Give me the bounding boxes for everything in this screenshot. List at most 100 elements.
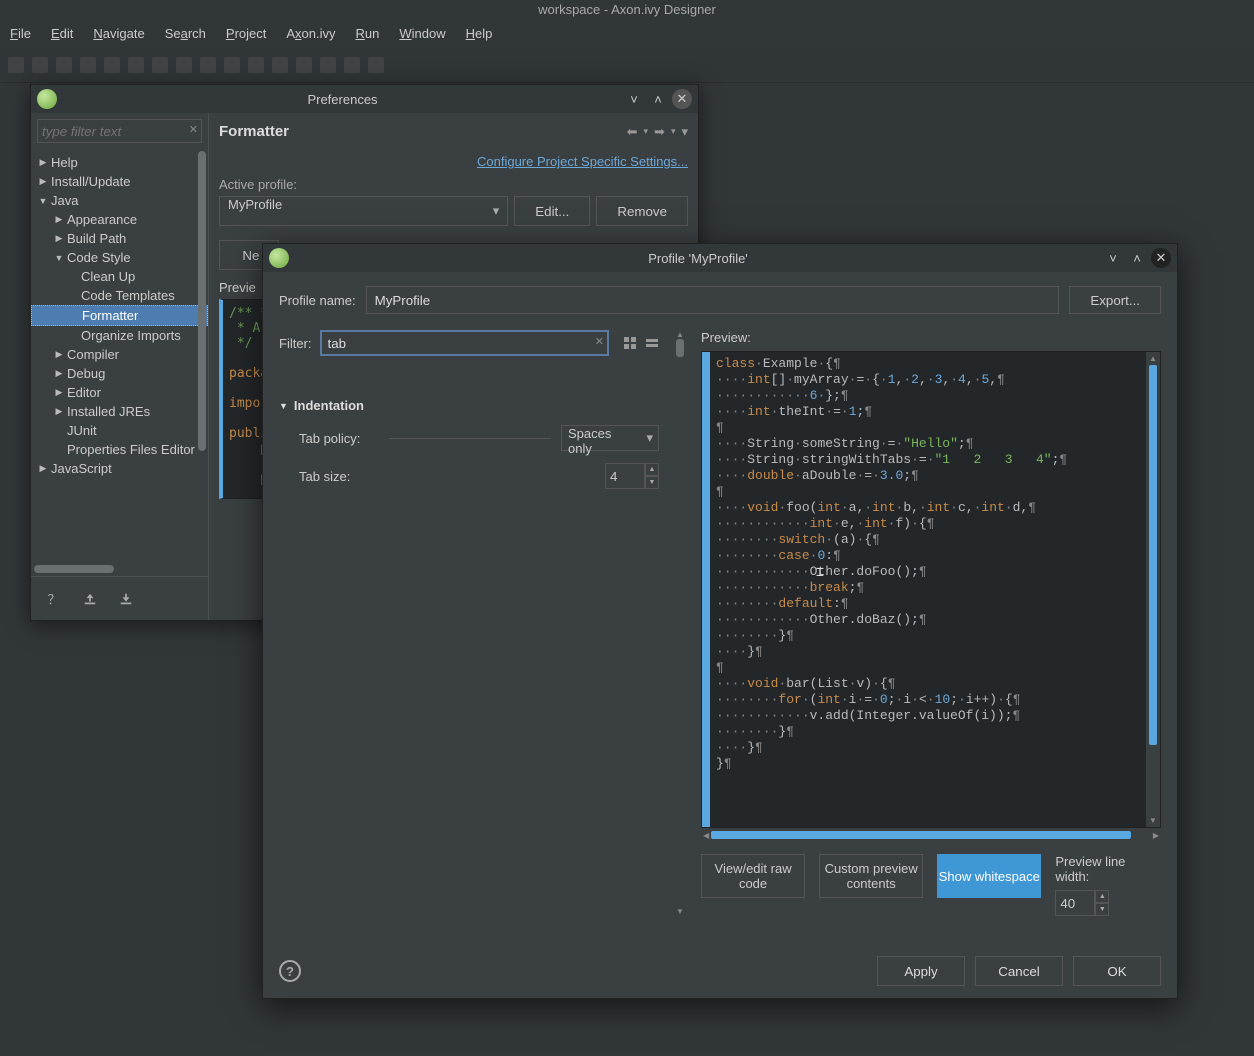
show-whitespace-button[interactable]: Show whitespace: [937, 854, 1041, 898]
expand-all-icon[interactable]: [623, 336, 637, 350]
edit-button[interactable]: Edit...: [514, 196, 590, 226]
settings-scrollbar[interactable]: ▲▼: [673, 330, 687, 916]
toolbar-icon[interactable]: [32, 57, 48, 73]
profile-title: Profile 'MyProfile': [297, 251, 1099, 266]
menu-axonivy[interactable]: Axon.ivy: [286, 26, 335, 41]
menu-edit[interactable]: Edit: [51, 26, 73, 41]
tab-policy-label: Tab policy:: [299, 431, 379, 446]
spin-up-icon[interactable]: ▲: [645, 463, 659, 476]
toolbar-icon[interactable]: [80, 57, 96, 73]
preview-label: Preview:: [701, 330, 1161, 345]
tree-item-help[interactable]: ▶Help: [31, 153, 208, 172]
tree-item-appearance[interactable]: ▶Appearance: [31, 210, 208, 229]
project-settings-link[interactable]: Configure Project Specific Settings...: [477, 154, 688, 169]
preferences-tree[interactable]: ▶Help ▶Install/Update ▼Java ▶Appearance …: [31, 149, 208, 576]
preferences-sidebar: ✕ ▶Help ▶Install/Update ▼Java ▶Appearanc…: [31, 113, 209, 620]
tree-item-codestyle[interactable]: ▼Code Style: [31, 248, 208, 267]
tree-item-install[interactable]: ▶Install/Update: [31, 172, 208, 191]
tab-size-input[interactable]: [605, 463, 645, 489]
active-profile-select[interactable]: MyProfile: [219, 196, 508, 226]
clear-filter-icon[interactable]: ✕: [189, 123, 198, 136]
export-button[interactable]: Export...: [1069, 286, 1161, 314]
tree-item-codetemplates[interactable]: Code Templates: [31, 286, 208, 305]
help-icon[interactable]: ？: [45, 590, 63, 608]
menu-run[interactable]: Run: [356, 26, 380, 41]
cursor-icon: ⌶: [816, 565, 824, 581]
menu-help[interactable]: Help: [466, 26, 493, 41]
filter-input[interactable]: [320, 330, 610, 356]
tree-item-compiler[interactable]: ▶Compiler: [31, 345, 208, 364]
toolbar-icon[interactable]: [176, 57, 192, 73]
settings-panel: Filter: ✕ ▼Indentation Tab policy:: [279, 330, 659, 916]
toolbar-icon[interactable]: [104, 57, 120, 73]
clear-filter-icon[interactable]: ✕: [595, 335, 604, 348]
caret-down-icon: ▼: [279, 401, 288, 411]
custom-preview-button[interactable]: Custom preview contents: [819, 854, 923, 898]
toolbar-icon[interactable]: [200, 57, 216, 73]
filter-text-input[interactable]: [37, 119, 202, 143]
tree-item-organize[interactable]: Organize Imports: [31, 326, 208, 345]
section-indentation[interactable]: ▼Indentation: [279, 398, 659, 413]
tree-item-debug[interactable]: ▶Debug: [31, 364, 208, 383]
toolbar-icon[interactable]: [8, 57, 24, 73]
toolbar-icon[interactable]: [320, 57, 336, 73]
preferences-titlebar[interactable]: Preferences ˅ ˄ ✕: [31, 85, 698, 113]
tab-policy-select[interactable]: Spaces only: [561, 425, 659, 451]
tree-item-editor[interactable]: ▶Editor: [31, 383, 208, 402]
tree-scrollbar-v[interactable]: [196, 149, 208, 562]
preview-width-input[interactable]: [1055, 890, 1095, 916]
spin-down-icon[interactable]: ▼: [1095, 903, 1109, 916]
menu-file[interactable]: File: [10, 26, 31, 41]
menu-window[interactable]: Window: [399, 26, 445, 41]
maximize-button[interactable]: ˄: [648, 89, 668, 109]
profile-titlebar[interactable]: Profile 'MyProfile' ˅ ˄ ✕: [263, 244, 1177, 272]
help-icon[interactable]: ?: [279, 960, 301, 982]
nav-menu-icon[interactable]: ▾: [681, 124, 688, 140]
tree-item-buildpath[interactable]: ▶Build Path: [31, 229, 208, 248]
export-icon[interactable]: [117, 590, 135, 608]
tree-item-javascript[interactable]: ▶JavaScript: [31, 459, 208, 478]
toolbar-icon[interactable]: [296, 57, 312, 73]
toolbar-icon[interactable]: [224, 57, 240, 73]
code-scrollbar-v[interactable]: ▲▼: [1146, 352, 1160, 827]
menu-navigate[interactable]: Navigate: [93, 26, 144, 41]
toolbar-icon[interactable]: [344, 57, 360, 73]
page-heading: Formatter: [219, 123, 289, 140]
minimize-button[interactable]: ˅: [1103, 248, 1123, 268]
app-icon: [269, 248, 289, 268]
tree-item-cleanup[interactable]: Clean Up: [31, 267, 208, 286]
menubar: File Edit Navigate Search Project Axon.i…: [0, 20, 1254, 47]
tree-scrollbar-h[interactable]: [31, 562, 194, 576]
code-scrollbar-h[interactable]: ◀▶: [701, 828, 1161, 842]
raw-code-button[interactable]: View/edit raw code: [701, 854, 805, 898]
tree-item-formatter[interactable]: Formatter: [31, 305, 208, 326]
tree-item-java[interactable]: ▼Java: [31, 191, 208, 210]
spin-up-icon[interactable]: ▲: [1095, 890, 1109, 903]
tree-item-jres[interactable]: ▶Installed JREs: [31, 402, 208, 421]
toolbar-icon[interactable]: [368, 57, 384, 73]
close-button[interactable]: ✕: [672, 89, 692, 109]
toolbar-icon[interactable]: [152, 57, 168, 73]
ok-button[interactable]: OK: [1073, 956, 1161, 986]
tree-item-junit[interactable]: JUnit: [31, 421, 208, 440]
remove-button[interactable]: Remove: [596, 196, 688, 226]
toolbar-icon[interactable]: [56, 57, 72, 73]
tree-item-propfiles[interactable]: Properties Files Editor: [31, 440, 208, 459]
menu-search[interactable]: Search: [165, 26, 206, 41]
toolbar-icon[interactable]: [272, 57, 288, 73]
spin-down-icon[interactable]: ▼: [645, 476, 659, 489]
minimize-button[interactable]: ˅: [624, 89, 644, 109]
app-title: workspace - Axon.ivy Designer: [0, 0, 1254, 20]
collapse-all-icon[interactable]: [645, 336, 659, 350]
apply-button[interactable]: Apply: [877, 956, 965, 986]
cancel-button[interactable]: Cancel: [975, 956, 1063, 986]
toolbar-icon[interactable]: [248, 57, 264, 73]
toolbar-icon[interactable]: [128, 57, 144, 73]
menu-project[interactable]: Project: [226, 26, 266, 41]
import-icon[interactable]: [81, 590, 99, 608]
maximize-button[interactable]: ˄: [1127, 248, 1147, 268]
nav-forward-icon[interactable]: ➡: [654, 124, 665, 140]
close-button[interactable]: ✕: [1151, 248, 1171, 268]
nav-back-icon[interactable]: ⬅: [627, 124, 638, 140]
profile-name-input[interactable]: [366, 286, 1060, 314]
